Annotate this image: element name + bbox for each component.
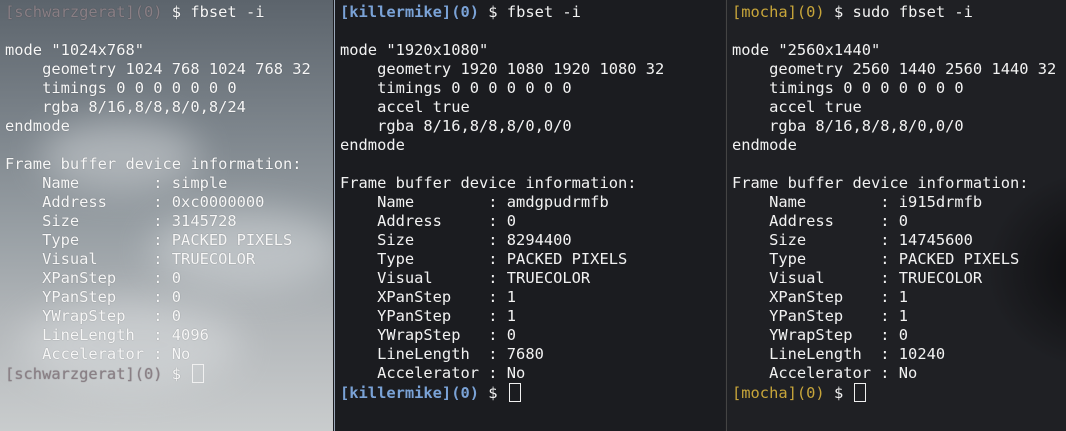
command-text: fbset -i <box>190 3 265 21</box>
output-line: timings 0 0 0 0 0 0 0 <box>340 79 572 97</box>
output-line: rgba 8/16,8/8,8/0,0/0 <box>732 117 964 135</box>
output-line: Size : 14745600 <box>732 231 973 249</box>
terminal-output: [killermike](0) $ fbset -i mode "1920x108… <box>335 0 725 431</box>
output-line: Accelerator : No <box>340 364 526 382</box>
output-line: endmode <box>340 136 405 154</box>
output-line: YWrapStep : 0 <box>340 326 517 344</box>
output-line: timings 0 0 0 0 0 0 0 <box>732 79 964 97</box>
command-line: [mocha](0) $ sudo fbset -i <box>732 3 1066 22</box>
prompt-suffix: $ <box>479 3 507 21</box>
output-line: rgba 8/16,8/8,8/0,8/24 <box>5 98 246 116</box>
prompt-suffix: $ <box>479 384 507 402</box>
output-line: Name : amdgpudrmfb <box>340 193 609 211</box>
output-line: LineLength : 4096 <box>5 326 209 344</box>
prompt-suffix: $ <box>162 3 191 21</box>
output-line: mode "1024x768" <box>5 41 144 59</box>
command-line: [schwarzgerat](0) $ fbset -i <box>5 3 333 22</box>
output-line: Frame buffer device information: <box>340 174 637 192</box>
output-line: timings 0 0 0 0 0 0 0 <box>5 79 237 97</box>
output-line: YPanStep : 1 <box>340 307 517 325</box>
shell-prompt: [schwarzgerat](0) <box>5 365 163 383</box>
output-line: XPanStep : 1 <box>340 288 517 306</box>
output-line: Size : 3145728 <box>5 212 237 230</box>
output-line: YPanStep : 0 <box>5 288 182 306</box>
terminal-pane-mocha[interactable]: [mocha](0) $ sudo fbset -i mode "2560x144… <box>726 0 1066 431</box>
shell-prompt: [schwarzgerat](0) <box>5 3 163 21</box>
output-line: XPanStep : 1 <box>732 288 909 306</box>
output-line: endmode <box>5 117 70 135</box>
text-cursor[interactable] <box>854 383 867 402</box>
output-line: endmode <box>732 136 797 154</box>
output-line: Accelerator : No <box>5 345 191 363</box>
shell-prompt: [mocha](0) <box>732 3 825 21</box>
output-line: accel true <box>340 98 470 116</box>
output-line: YWrapStep : 0 <box>5 307 182 325</box>
output-line: accel true <box>732 98 862 116</box>
output-line: rgba 8/16,8/8,8/0,0/0 <box>340 117 572 135</box>
output-line: Type : PACKED PIXELS <box>732 250 1020 268</box>
output-line: YPanStep : 1 <box>732 307 909 325</box>
output-line: XPanStep : 0 <box>5 269 182 287</box>
terminal-output: [schwarzgerat](0) $ fbset -i mode "1024x7… <box>0 0 333 431</box>
output-line: Size : 8294400 <box>340 231 572 249</box>
prompt-suffix: $ <box>824 384 853 402</box>
output-line: Type : PACKED PIXELS <box>340 250 628 268</box>
shell-prompt: [killermike](0) <box>340 3 479 21</box>
shell-prompt: [mocha](0) <box>732 384 825 402</box>
output-line: Visual : TRUECOLOR <box>732 269 983 287</box>
output-line: LineLength : 10240 <box>732 345 946 363</box>
output-line: LineLength : 7680 <box>340 345 544 363</box>
text-cursor[interactable] <box>508 383 521 402</box>
output-line: Name : simple <box>5 174 228 192</box>
output-line: Address : 0 <box>732 212 909 230</box>
shell-prompt: [killermike](0) <box>340 384 479 402</box>
terminal-pane-schwarzgerat[interactable]: [schwarzgerat](0) $ fbset -i mode "1024x7… <box>0 0 333 431</box>
output-line: YWrapStep : 0 <box>732 326 909 344</box>
prompt-suffix: $ <box>824 3 853 21</box>
output-line: mode "2560x1440" <box>732 41 881 59</box>
command-text: fbset -i <box>506 3 581 21</box>
output-line: Frame buffer device information: <box>732 174 1029 192</box>
output-line: Visual : TRUECOLOR <box>5 250 256 268</box>
output-line: Visual : TRUECOLOR <box>340 269 591 287</box>
output-line: Name : i915drmfb <box>732 193 983 211</box>
command-text: sudo fbset -i <box>852 3 973 21</box>
active-prompt-line[interactable]: [mocha](0) $ <box>732 383 1066 402</box>
command-line: [killermike](0) $ fbset -i <box>340 3 725 22</box>
active-prompt-line[interactable]: [schwarzgerat](0) $ <box>5 364 333 383</box>
output-line: Frame buffer device information: <box>5 155 302 173</box>
terminal-pane-killermike[interactable]: [killermike](0) $ fbset -i mode "1920x108… <box>334 0 725 431</box>
output-line: geometry 1024 768 1024 768 32 <box>5 60 311 78</box>
output-line: mode "1920x1080" <box>340 41 489 59</box>
output-line: Address : 0 <box>340 212 517 230</box>
prompt-suffix: $ <box>162 365 191 383</box>
output-line: Type : PACKED PIXELS <box>5 231 293 249</box>
output-line: Address : 0xc0000000 <box>5 193 265 211</box>
output-line: Accelerator : No <box>732 364 918 382</box>
output-line: geometry 2560 1440 2560 1440 32 <box>732 60 1057 78</box>
text-cursor[interactable] <box>192 364 205 383</box>
active-prompt-line[interactable]: [killermike](0) $ <box>340 383 725 402</box>
terminal-output: [mocha](0) $ sudo fbset -i mode "2560x144… <box>727 0 1066 431</box>
output-line: geometry 1920 1080 1920 1080 32 <box>340 60 665 78</box>
